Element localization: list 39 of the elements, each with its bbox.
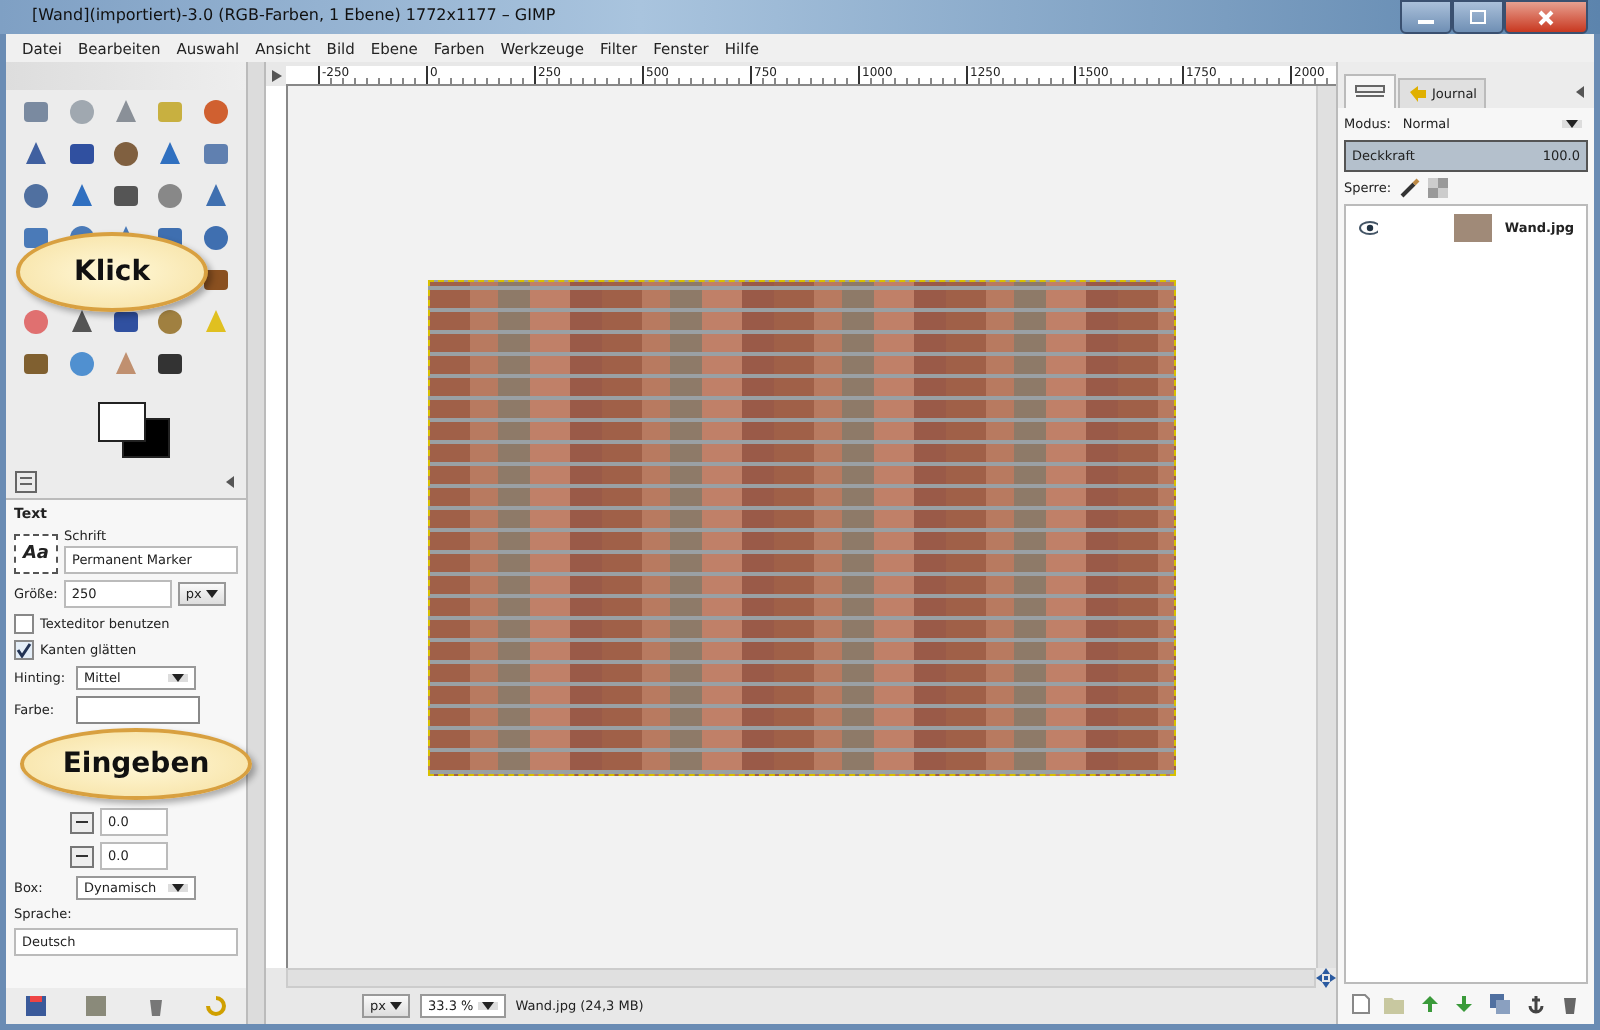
callout-text: Eingeben (62, 748, 210, 780)
layers-tab[interactable] (1344, 74, 1396, 108)
anchor-icon[interactable] (1525, 994, 1546, 1014)
caret-icon (172, 884, 184, 892)
color-button[interactable] (76, 696, 200, 724)
spacing-icon (70, 811, 94, 833)
horizontal-scrollbar[interactable] (286, 968, 1316, 988)
caret-icon (389, 1002, 402, 1010)
panel-menu-icon[interactable] (1572, 84, 1588, 100)
up-arrow-icon[interactable] (1419, 994, 1440, 1014)
vertical-scrollbar[interactable] (1316, 86, 1336, 968)
checkbox[interactable] (14, 640, 34, 660)
undo-arrow-icon (1408, 84, 1428, 104)
maximize-icon (1470, 10, 1486, 24)
window-title: [Wand](importiert)-3.0 (RGB-Farben, 1 Ebene) 1772x1177 – GIMP (32, 4, 558, 24)
trash-icon[interactable] (1560, 994, 1581, 1014)
trash-icon[interactable] (146, 996, 166, 1016)
caret-icon (1566, 120, 1578, 128)
caret-icon (481, 1002, 494, 1010)
spacing-icon (70, 845, 94, 867)
tool-options-tab-icon[interactable] (14, 470, 38, 494)
foreground-color-swatch[interactable] (98, 402, 146, 442)
caret-icon (172, 674, 184, 682)
new-layer-icon[interactable] (1351, 994, 1370, 1014)
panel-menu-icon[interactable] (222, 474, 238, 490)
font-preview-button[interactable]: Aa (14, 534, 58, 574)
callout-text: Klick (73, 256, 151, 288)
checkbox[interactable] (14, 614, 34, 634)
background-color-swatch[interactable] (122, 418, 170, 458)
close-icon (1538, 9, 1554, 25)
caret-icon (205, 590, 218, 598)
close-button[interactable] (1504, 0, 1588, 34)
minimize-button[interactable] (1400, 0, 1452, 34)
duplicate-icon[interactable] (1490, 994, 1511, 1014)
down-arrow-icon[interactable] (1454, 994, 1475, 1014)
layer-thumbnail (1454, 214, 1493, 242)
eye-icon[interactable] (1358, 220, 1379, 236)
maximize-button[interactable] (1452, 0, 1504, 34)
checkerboard-icon[interactable] (1427, 178, 1448, 198)
